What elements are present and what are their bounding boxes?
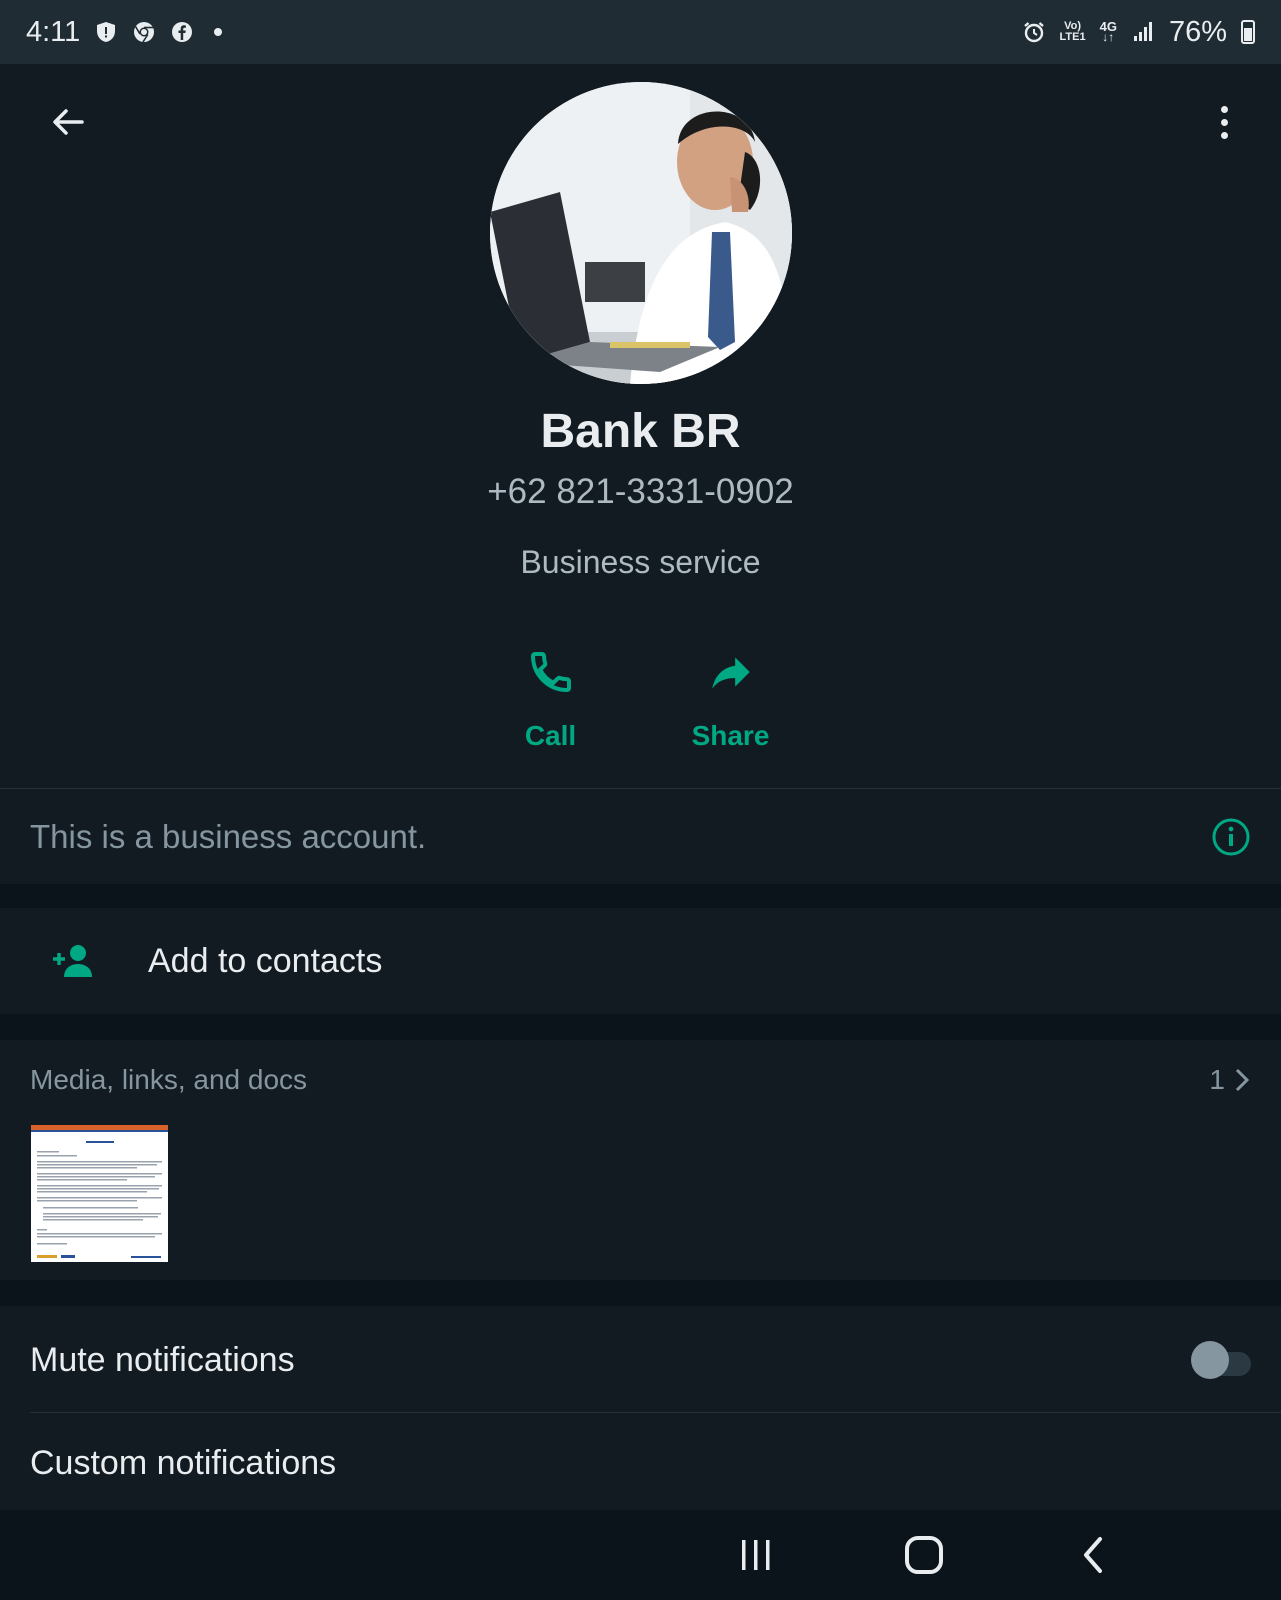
media-title: Media, links, and docs bbox=[30, 1064, 308, 1095]
contact-phone: +62 821-3331-0902 bbox=[487, 472, 794, 511]
facebook-icon bbox=[172, 22, 193, 42]
business-notice: This is a business account. bbox=[0, 789, 1281, 884]
action-buttons: Call Share bbox=[0, 642, 1281, 752]
back-nav-button[interactable] bbox=[1064, 1530, 1124, 1580]
4g-icon: 4G ↓↑ bbox=[1099, 19, 1117, 44]
status-bar: 4:11 Vo) LTE1 4G ↓↑ 76% bbox=[0, 0, 1281, 64]
section-gap bbox=[0, 1280, 1281, 1306]
more-vert-icon bbox=[1220, 105, 1228, 113]
arrow-left-icon bbox=[53, 109, 84, 135]
call-button[interactable]: Call bbox=[496, 642, 606, 752]
add-to-contacts-label: Add to contacts bbox=[148, 941, 383, 980]
battery-percent: 76% bbox=[1168, 15, 1227, 48]
share-button[interactable]: Share bbox=[676, 642, 786, 752]
document-thumbnail bbox=[31, 1125, 168, 1262]
chevron-left-icon bbox=[1084, 1537, 1102, 1573]
recent-apps-button[interactable] bbox=[726, 1530, 786, 1580]
shield-icon bbox=[97, 22, 116, 42]
person-add-icon bbox=[53, 945, 92, 977]
call-label: Call bbox=[524, 720, 577, 751]
status-right: Vo) LTE1 4G ↓↑ 76% bbox=[1022, 16, 1255, 49]
media-section: Media, links, and docs 1 bbox=[0, 1040, 1281, 1280]
notification-dot bbox=[214, 28, 223, 36]
mute-notifications-label: Mute notifications bbox=[30, 1340, 295, 1379]
mute-notifications-row[interactable]: Mute notifications bbox=[0, 1310, 1281, 1410]
info-icon[interactable] bbox=[1211, 817, 1251, 857]
media-thumbnail[interactable] bbox=[31, 1125, 168, 1262]
media-count-link[interactable]: 1 bbox=[1209, 1064, 1251, 1096]
add-to-contacts-button[interactable]: Add to contacts bbox=[0, 908, 1281, 1014]
section-gap bbox=[0, 1014, 1281, 1040]
section-gap bbox=[0, 884, 1281, 908]
recent-apps-icon bbox=[742, 1540, 770, 1570]
status-left: 4:11 bbox=[26, 15, 223, 49]
system-nav-bar bbox=[0, 1510, 1281, 1600]
chrome-icon bbox=[134, 22, 155, 43]
mute-notifications-toggle[interactable] bbox=[1191, 1341, 1251, 1379]
share-label: Share bbox=[691, 720, 770, 751]
contact-name: Bank BR bbox=[540, 405, 741, 458]
more-options-button[interactable] bbox=[1204, 98, 1244, 146]
home-icon bbox=[905, 1536, 943, 1574]
custom-notifications-row[interactable]: Custom notifications bbox=[0, 1413, 1281, 1513]
home-button[interactable] bbox=[894, 1530, 954, 1580]
notifications-section: Mute notifications Custom notifications bbox=[0, 1306, 1281, 1508]
media-count: 1 bbox=[1209, 1064, 1225, 1095]
business-notice-text: This is a business account. bbox=[30, 817, 427, 855]
share-icon bbox=[701, 642, 761, 702]
media-header: Media, links, and docs 1 bbox=[30, 1064, 1251, 1096]
custom-notifications-label: Custom notifications bbox=[30, 1443, 337, 1482]
battery-icon bbox=[1241, 20, 1255, 44]
profile-header: Bank BR +62 821-3331-0902 Business servi… bbox=[0, 64, 1281, 788]
volte-icon: Vo) LTE1 bbox=[1059, 20, 1086, 43]
back-button[interactable] bbox=[44, 98, 92, 146]
business-category: Business service bbox=[520, 544, 761, 580]
alarm-icon bbox=[1023, 22, 1044, 43]
status-time: 4:11 bbox=[26, 15, 81, 48]
signal-icon bbox=[1133, 22, 1152, 41]
chevron-right-icon bbox=[1235, 1068, 1250, 1092]
avatar-image bbox=[490, 82, 792, 384]
phone-icon bbox=[521, 642, 581, 702]
profile-avatar[interactable] bbox=[490, 82, 792, 384]
